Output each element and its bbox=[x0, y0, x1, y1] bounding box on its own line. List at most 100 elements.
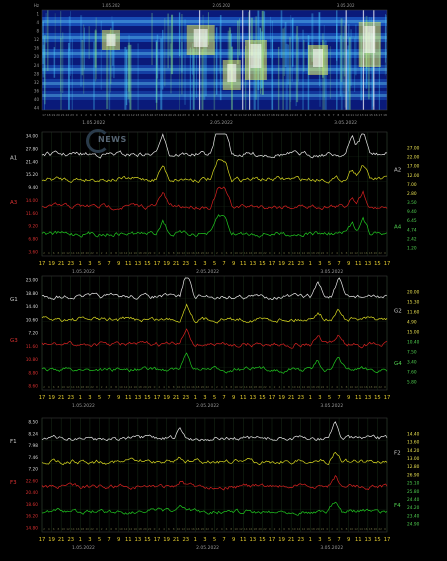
spectrogram-top-date: 1.05.202 bbox=[102, 3, 120, 8]
x-axis-subtick: 12 bbox=[182, 385, 186, 389]
spectrogram-column bbox=[169, 25, 171, 57]
x-axis-subtick: 14 bbox=[359, 527, 363, 531]
x-axis-subtick: 2 bbox=[101, 527, 103, 531]
spectrogram-x-tick: 9 bbox=[230, 113, 232, 117]
x-axis-subtick: 8 bbox=[173, 527, 175, 531]
x-axis-tick: 13 bbox=[135, 537, 142, 543]
x-axis-tick: 23 bbox=[182, 395, 189, 401]
x-axis-subtick: 14 bbox=[302, 385, 306, 389]
left-axis-tick: 8.60 bbox=[28, 384, 38, 390]
x-axis-subtick: 0 bbox=[211, 527, 213, 531]
x-axis-subtick: 22 bbox=[206, 385, 210, 389]
right-axis-tick: 9.40 bbox=[407, 209, 417, 215]
x-axis-subtick: 6 bbox=[283, 527, 285, 531]
x-axis-tick: 19 bbox=[278, 537, 285, 543]
x-axis-subtick: 16 bbox=[191, 527, 195, 531]
x-axis-subtick: 16 bbox=[133, 527, 137, 531]
x-axis-subtick: 6 bbox=[283, 251, 285, 255]
x-axis-subtick: 4 bbox=[221, 527, 223, 531]
x-axis-tick: 15 bbox=[374, 537, 381, 543]
spectrogram-column bbox=[283, 27, 285, 76]
x-axis-tick: 17 bbox=[154, 395, 161, 401]
x-axis-subtick: 6 bbox=[110, 527, 112, 531]
spectrogram-column bbox=[93, 41, 95, 110]
spectrogram-y-tick: 36 bbox=[34, 88, 40, 93]
x-axis-tick: 7 bbox=[222, 261, 225, 267]
x-axis-subtick: 18 bbox=[311, 527, 315, 531]
x-axis-subtick: 8 bbox=[288, 385, 290, 389]
left-axis-tick: 8.24 bbox=[28, 431, 38, 437]
series-label: A2 bbox=[394, 168, 401, 174]
x-axis-tick: 17 bbox=[39, 261, 46, 267]
x-axis-subtick: 8 bbox=[58, 527, 60, 531]
date-label: 1.05.2022 bbox=[72, 545, 95, 551]
x-axis-subtick: 22 bbox=[378, 385, 382, 389]
series-label: A1 bbox=[10, 155, 17, 161]
x-axis-tick: 17 bbox=[384, 537, 391, 543]
left-axis-tick: 11.60 bbox=[26, 211, 39, 217]
x-axis-tick: 21 bbox=[58, 395, 65, 401]
spectrogram-x-tick: 0 bbox=[76, 113, 78, 117]
x-axis-tick: 11 bbox=[240, 537, 247, 543]
x-axis-subtick: 8 bbox=[288, 527, 290, 531]
left-axis-tick: 18.60 bbox=[26, 502, 39, 508]
x-axis-subtick: 6 bbox=[226, 385, 228, 389]
x-axis-tick: 11 bbox=[355, 261, 362, 267]
left-axis-tick: 10.80 bbox=[26, 357, 39, 363]
x-axis-subtick: 18 bbox=[254, 385, 258, 389]
spectrogram-column bbox=[95, 17, 97, 80]
spectrogram-column bbox=[219, 15, 222, 101]
spectrogram-y-tick: 4 bbox=[36, 20, 39, 25]
x-axis-subtick: 2 bbox=[216, 527, 218, 531]
right-axis-tick: 10.40 bbox=[407, 340, 420, 346]
spectrogram-x-tick: 8 bbox=[337, 113, 339, 117]
x-axis-subtick: 12 bbox=[354, 385, 358, 389]
x-axis-subtick: 14 bbox=[186, 385, 190, 389]
left-axis-tick: 14.00 bbox=[26, 198, 39, 204]
x-axis-subtick: 0 bbox=[326, 385, 328, 389]
x-axis-subtick: 14 bbox=[302, 251, 306, 255]
right-axis-tick: 7.50 bbox=[407, 350, 417, 356]
left-axis-tick: 15.20 bbox=[26, 172, 39, 178]
x-axis-subtick: 12 bbox=[297, 527, 301, 531]
x-axis-tick: 13 bbox=[365, 537, 372, 543]
x-axis-subtick: 0 bbox=[326, 527, 328, 531]
x-axis-tick: 23 bbox=[297, 395, 304, 401]
spectrogram-x-tick: 20 bbox=[280, 113, 284, 117]
spectrogram-x-tick: 17 bbox=[266, 113, 270, 117]
left-axis-tick: 7.20 bbox=[28, 331, 38, 337]
x-axis-subtick: 16 bbox=[76, 385, 80, 389]
x-axis-subtick: 0 bbox=[154, 527, 156, 531]
spectrogram-x-tick: 12 bbox=[131, 113, 135, 117]
spectrogram-column bbox=[81, 39, 84, 76]
x-axis-tick: 1 bbox=[309, 261, 312, 267]
series-label: G4 bbox=[394, 361, 402, 367]
spectrogram-x-tick: 19 bbox=[164, 113, 168, 117]
spectrogram-column bbox=[68, 47, 70, 110]
x-axis-tick: 15 bbox=[259, 537, 266, 543]
x-axis-subtick: 14 bbox=[129, 527, 133, 531]
x-axis-subtick: 4 bbox=[48, 385, 50, 389]
spectrogram-top-date: 3.05.202 bbox=[337, 3, 355, 8]
x-axis-subtick: 6 bbox=[53, 251, 55, 255]
news-logo: NEWS bbox=[86, 127, 126, 153]
x-axis-tick: 5 bbox=[328, 261, 331, 267]
x-axis-tick: 23 bbox=[297, 537, 304, 543]
right-axis-tick: 15.30 bbox=[407, 300, 420, 306]
x-axis-subtick: 22 bbox=[148, 527, 152, 531]
spectrogram-column bbox=[239, 18, 240, 56]
x-axis-subtick: 0 bbox=[384, 251, 386, 255]
x-axis-subtick: 10 bbox=[119, 527, 123, 531]
spectrogram-x-tick: 2 bbox=[309, 113, 311, 117]
spectrogram-x-tick: 11 bbox=[238, 113, 242, 117]
x-axis-subtick: 2 bbox=[158, 527, 160, 531]
x-axis-subtick: 6 bbox=[168, 385, 170, 389]
x-axis-subtick: 16 bbox=[306, 385, 310, 389]
spectrogram-column bbox=[129, 44, 132, 110]
left-axis-tick: 11.60 bbox=[26, 344, 39, 350]
spectrogram-x-tick: 1 bbox=[80, 113, 82, 117]
x-axis-tick: 1 bbox=[309, 395, 312, 401]
x-axis-subtick: 20 bbox=[201, 385, 205, 389]
x-axis-tick: 17 bbox=[384, 261, 391, 267]
spectrogram-x-tick: 17 bbox=[42, 113, 46, 117]
